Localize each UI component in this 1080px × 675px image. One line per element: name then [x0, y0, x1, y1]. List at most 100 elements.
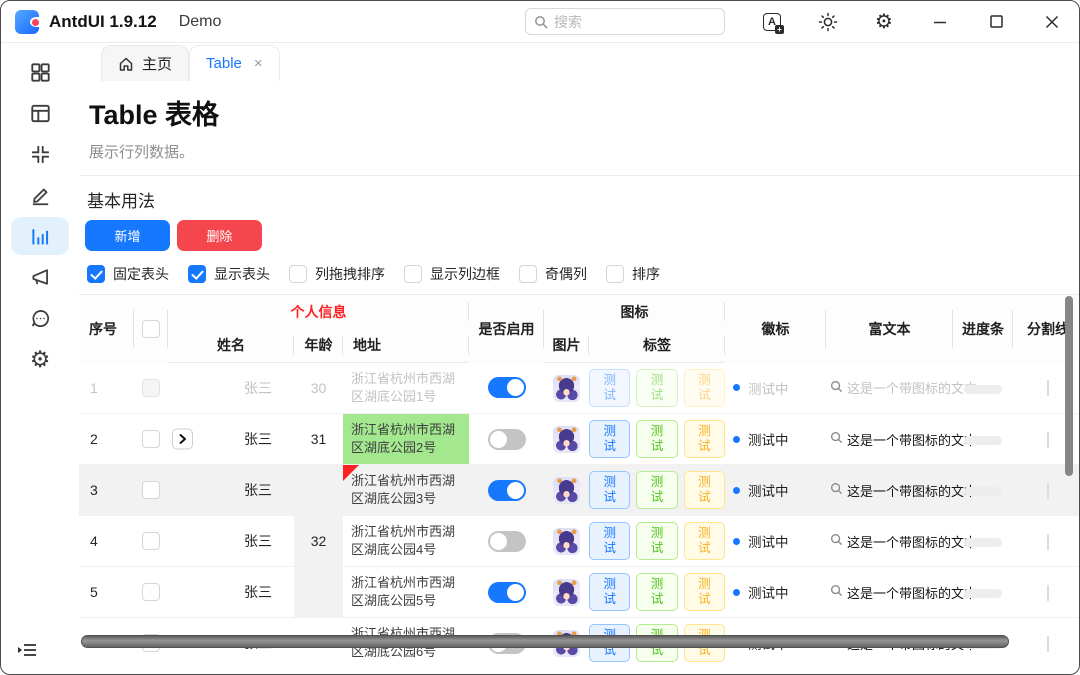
- minimize-icon[interactable]: [929, 11, 951, 33]
- table-row[interactable]: 2张三31浙江省杭州市西湖区湖底公园2号测试测试测试测试中这是一个带图标的文本: [79, 414, 1079, 465]
- checkbox-icon[interactable]: [404, 265, 422, 283]
- checkbox-icon[interactable]: [87, 265, 105, 283]
- close-icon[interactable]: [1041, 11, 1063, 33]
- sidebar-item-announcement[interactable]: [11, 258, 69, 296]
- cell-age: 31: [294, 414, 343, 465]
- tag[interactable]: 测试: [636, 522, 677, 560]
- sidebar-item-shrink[interactable]: [11, 135, 69, 173]
- tag[interactable]: 测试: [589, 573, 630, 611]
- row-checkbox[interactable]: [142, 379, 160, 397]
- sidebar-item-settings[interactable]: ⚙: [11, 340, 69, 378]
- avatar[interactable]: [553, 579, 580, 606]
- maximize-icon[interactable]: [985, 11, 1007, 33]
- sidebar-item-chart[interactable]: [11, 217, 69, 255]
- sidebar-item-layout[interactable]: [11, 94, 69, 132]
- sidebar-item-chat[interactable]: [11, 299, 69, 337]
- col-header-richtext[interactable]: 富文本: [826, 295, 953, 363]
- col-header-badge[interactable]: 徽标: [725, 295, 826, 363]
- checkbox-icon[interactable]: [519, 265, 537, 283]
- enabled-toggle[interactable]: [488, 582, 526, 603]
- avatar[interactable]: [553, 375, 580, 402]
- add-button[interactable]: 新增: [85, 220, 170, 251]
- col-header-age[interactable]: 年龄: [294, 329, 343, 363]
- tag[interactable]: 测试: [636, 471, 677, 509]
- col-header-icon-group[interactable]: 图标: [544, 295, 725, 329]
- option-checkbox-2[interactable]: 列拖拽排序: [289, 264, 385, 284]
- avatar[interactable]: [553, 477, 580, 504]
- translate-icon[interactable]: A+: [761, 11, 783, 33]
- app-window: AntdUI 1.9.12 Demo A+ ⚙: [0, 0, 1080, 675]
- search-icon: [830, 584, 843, 600]
- option-checkbox-1[interactable]: 显示表头: [188, 264, 270, 284]
- sidebar-item-dashboard[interactable]: [11, 53, 69, 91]
- badge-dot-icon: [733, 589, 740, 596]
- col-header-enabled[interactable]: 是否启用: [469, 295, 544, 363]
- tag[interactable]: 测试: [684, 471, 725, 509]
- col-header-select-all[interactable]: [134, 295, 168, 363]
- badge-label: 测试中: [748, 480, 789, 500]
- col-header-index[interactable]: 序号: [79, 295, 134, 363]
- tag[interactable]: 测试: [636, 369, 677, 407]
- table-row[interactable]: 5张三浙江省杭州市西湖区湖底公园5号测试测试测试测试中这是一个带图标的文本: [79, 567, 1079, 618]
- sidebar-item-edit[interactable]: [11, 176, 69, 214]
- divider-line: [1047, 636, 1049, 652]
- search-box[interactable]: [525, 8, 725, 35]
- cell-tags: 测试测试测试: [589, 363, 725, 414]
- vertical-scrollbar[interactable]: [1065, 296, 1073, 476]
- option-checkbox-0[interactable]: 固定表头: [87, 264, 169, 284]
- menu-unfold-icon[interactable]: [17, 641, 37, 664]
- avatar[interactable]: [553, 528, 580, 555]
- col-header-tags[interactable]: 标签: [589, 329, 725, 363]
- tag[interactable]: 测试: [589, 522, 630, 560]
- checkbox-icon[interactable]: [606, 265, 624, 283]
- megaphone-icon: [29, 266, 52, 289]
- checkbox-icon[interactable]: [188, 265, 206, 283]
- row-checkbox[interactable]: [142, 430, 160, 448]
- table-row[interactable]: 3张三32浙江省杭州市西湖区湖底公园3号测试测试测试测试中这是一个带图标的文本: [79, 465, 1079, 516]
- tab-home[interactable]: 主页: [101, 45, 189, 81]
- enabled-toggle[interactable]: [488, 429, 526, 450]
- cell-address: 浙江省杭州市西湖区湖底公园2号: [343, 414, 469, 465]
- tag[interactable]: 测试: [589, 471, 630, 509]
- badge-label: 测试中: [748, 429, 789, 449]
- cell-enabled: [469, 465, 544, 516]
- tag[interactable]: 测试: [636, 420, 677, 458]
- col-header-address[interactable]: 地址: [343, 329, 469, 363]
- col-header-personal-info[interactable]: 个人信息: [168, 295, 469, 329]
- tab-close-icon[interactable]: ×: [254, 55, 263, 72]
- settings-gear-icon[interactable]: ⚙: [873, 11, 895, 33]
- tag[interactable]: 测试: [684, 369, 725, 407]
- enabled-toggle[interactable]: [488, 377, 526, 398]
- col-header-name[interactable]: 姓名: [168, 329, 294, 363]
- page-subtitle: 展示行列数据。: [89, 141, 1079, 162]
- enabled-toggle[interactable]: [488, 480, 526, 501]
- row-checkbox[interactable]: [142, 481, 160, 499]
- checkbox-icon[interactable]: [289, 265, 307, 283]
- col-header-picture[interactable]: 图片: [544, 329, 589, 363]
- row-checkbox[interactable]: [142, 583, 160, 601]
- table-row[interactable]: 1张三30浙江省杭州市西湖区湖底公园1号测试测试测试测试中这是一个带图标的文本: [79, 363, 1079, 414]
- expand-row-button[interactable]: [172, 429, 193, 450]
- tag[interactable]: 测试: [684, 420, 725, 458]
- search-input[interactable]: [554, 14, 694, 30]
- avatar[interactable]: [553, 426, 580, 453]
- tag[interactable]: 测试: [636, 573, 677, 611]
- col-header-progress[interactable]: 进度条: [953, 295, 1013, 363]
- tag[interactable]: 测试: [684, 573, 725, 611]
- tag[interactable]: 测试: [684, 522, 725, 560]
- enabled-toggle[interactable]: [488, 531, 526, 552]
- row-checkbox[interactable]: [142, 532, 160, 550]
- cell-badge: 测试中: [725, 567, 826, 618]
- option-checkbox-5[interactable]: 排序: [606, 264, 660, 284]
- table-row[interactable]: 4张三浙江省杭州市西湖区湖底公园4号测试测试测试测试中这是一个带图标的文本: [79, 516, 1079, 567]
- tag[interactable]: 测试: [589, 420, 630, 458]
- divider-line: [1047, 380, 1049, 396]
- select-all-checkbox[interactable]: [142, 320, 160, 338]
- option-checkbox-4[interactable]: 奇偶列: [519, 264, 587, 284]
- tab-table[interactable]: Table ×: [189, 45, 280, 81]
- delete-button[interactable]: 删除: [177, 220, 262, 251]
- horizontal-scrollbar[interactable]: [81, 635, 1009, 648]
- tag[interactable]: 测试: [589, 369, 630, 407]
- option-checkbox-3[interactable]: 显示列边框: [404, 264, 500, 284]
- theme-sun-icon[interactable]: [817, 11, 839, 33]
